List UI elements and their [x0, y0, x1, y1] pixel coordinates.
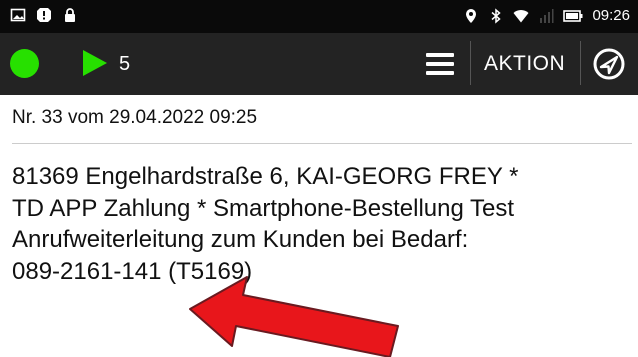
battery-icon — [563, 10, 583, 22]
signal-icon — [540, 9, 554, 23]
order-phone-line[interactable]: 089-2161-141 (T5169) — [12, 256, 636, 288]
wifi-icon — [513, 10, 529, 23]
play-icon[interactable] — [82, 49, 108, 77]
gallery-icon — [10, 8, 26, 22]
navigation-icon[interactable] — [592, 47, 626, 81]
menu-icon[interactable] — [426, 51, 454, 77]
status-bar: 09:26 — [0, 0, 638, 33]
online-status-indicator[interactable] — [10, 49, 39, 78]
header-divider — [12, 143, 632, 144]
location-icon — [466, 9, 477, 23]
toolbar-divider — [470, 41, 471, 85]
alert-icon — [37, 8, 51, 22]
queue-count: 5 — [119, 53, 131, 75]
toolbar-divider — [580, 41, 581, 85]
order-header: Nr. 33 vom 29.04.2022 09:25 — [12, 107, 258, 128]
status-time: 09:26 — [592, 7, 630, 24]
action-button[interactable]: AKTION — [484, 51, 565, 77]
order-forwarding-line: Anrufweiterleitung zum Kunden bei Bedarf… — [12, 226, 469, 253]
order-payment-line: TD APP Zahlung * Smartphone-Bestellung T… — [12, 194, 515, 222]
bluetooth-icon — [491, 8, 502, 24]
app-toolbar: 5 AKTION — [0, 33, 638, 95]
lock-icon — [65, 8, 75, 22]
order-address-line: 81369 Engelhardstraße 6, KAI-GEORG FREY … — [12, 163, 519, 190]
order-details: 81369 Engelhardstraße 6, KAI-GEORG FREY … — [12, 161, 636, 287]
